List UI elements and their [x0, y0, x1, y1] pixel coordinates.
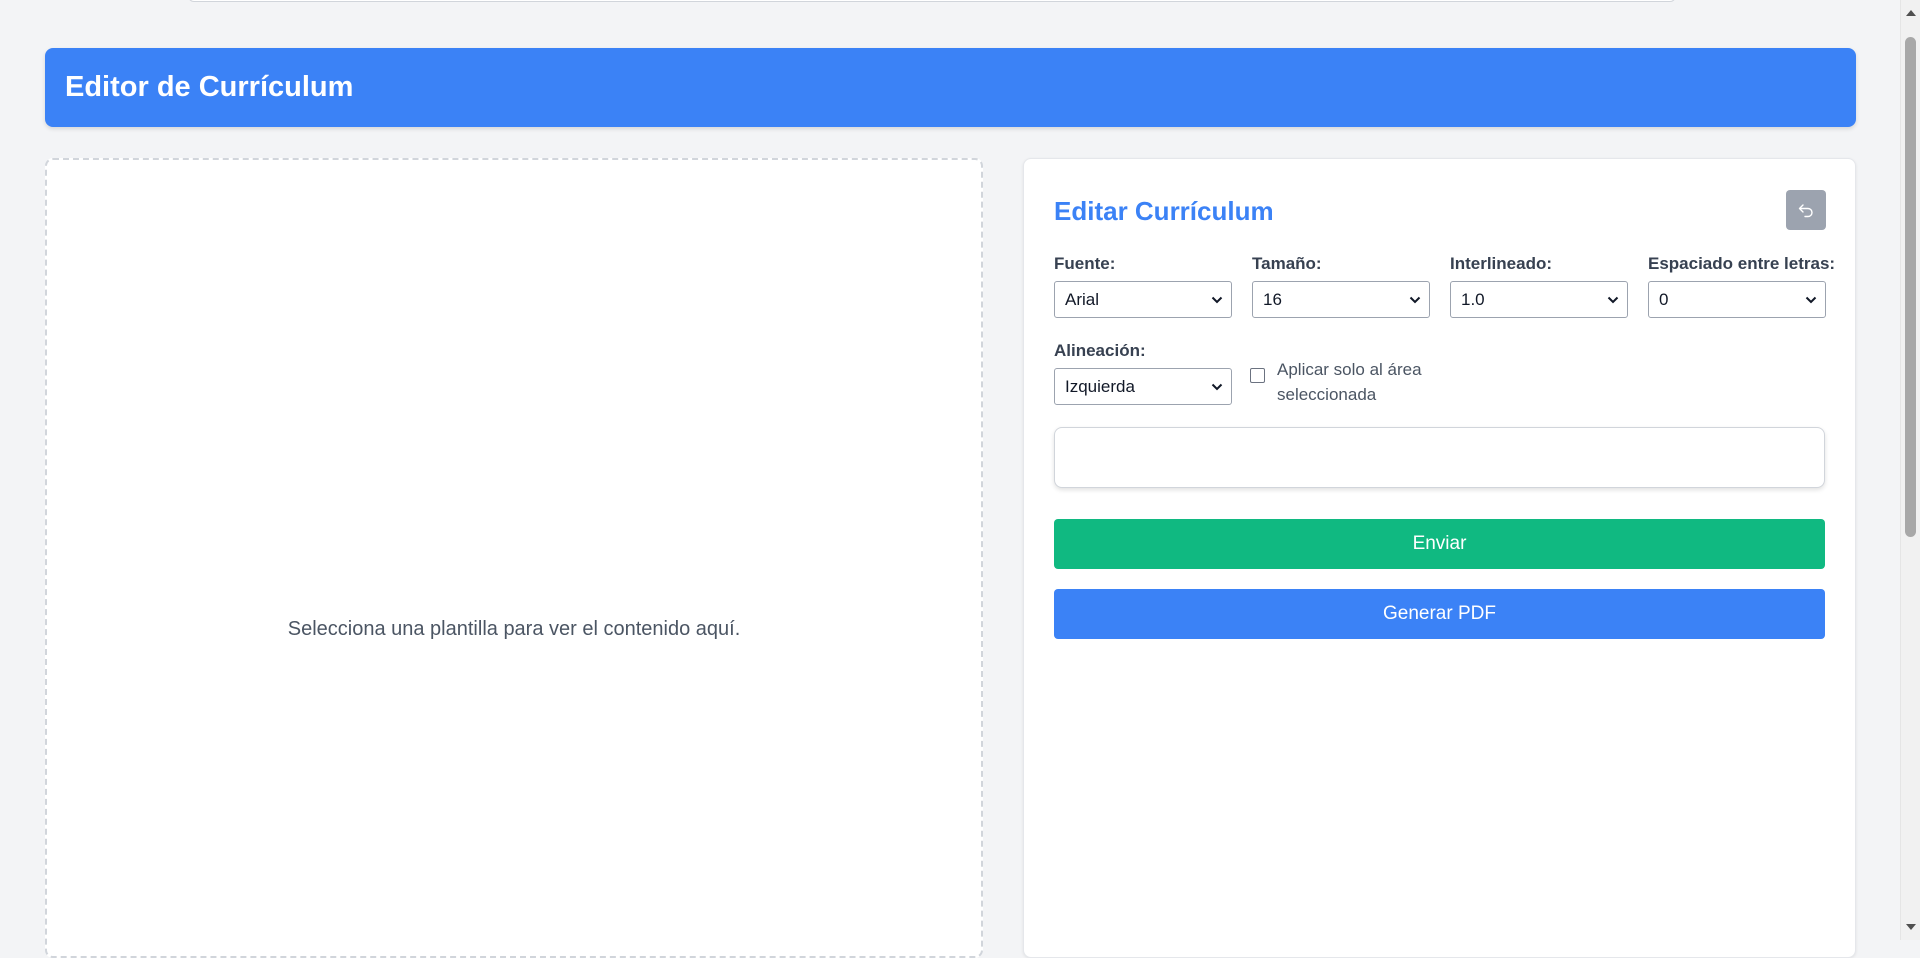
chevron-down-icon	[1607, 296, 1619, 304]
apply-selection-checkbox[interactable]	[1250, 368, 1265, 383]
app-header: Editor de Currículum	[45, 48, 1856, 127]
scroll-up-icon[interactable]	[1906, 10, 1916, 16]
page-scrollbar[interactable]	[1900, 0, 1920, 940]
apply-selection-option[interactable]: Aplicar solo al área seleccionada	[1250, 357, 1437, 407]
chevron-down-icon	[1211, 383, 1223, 391]
page: Editor de Currículum Selecciona una plan…	[0, 0, 1900, 958]
scroll-down-icon[interactable]	[1906, 924, 1916, 930]
generate-pdf-button[interactable]: Generar PDF	[1054, 589, 1825, 639]
apply-selection-label[interactable]: Aplicar solo al área seleccionada	[1277, 357, 1437, 407]
line-height-field: Interlineado: 1.0	[1450, 254, 1628, 318]
preview-placeholder-text: Selecciona una plantilla para ver el con…	[287, 618, 741, 640]
letter-spacing-label: Espaciado entre letras:	[1648, 254, 1836, 273]
chevron-down-icon	[1409, 296, 1421, 304]
scroll-thumb[interactable]	[1905, 37, 1916, 537]
editor-title: Editar Currículum	[1054, 196, 1274, 226]
size-select-value: 16	[1263, 289, 1282, 309]
size-label: Tamaño:	[1252, 254, 1322, 273]
prompt-input[interactable]	[1054, 427, 1825, 488]
font-field: Fuente: Arial	[1054, 254, 1232, 318]
send-button[interactable]: Enviar	[1054, 519, 1825, 569]
font-select-value: Arial	[1065, 289, 1100, 309]
line-height-label: Interlineado:	[1450, 254, 1553, 273]
alignment-label: Alineación:	[1054, 341, 1146, 360]
size-select[interactable]: 16	[1252, 281, 1430, 318]
letter-spacing-field: Espaciado entre letras: 0	[1648, 254, 1835, 318]
editor-panel: Editar Currículum Fuente: Arial Tamaño: …	[1023, 158, 1856, 958]
alignment-select-value: Izquierda	[1065, 376, 1135, 396]
chevron-down-icon	[1211, 296, 1223, 304]
font-label: Fuente:	[1054, 254, 1116, 273]
line-height-select[interactable]: 1.0	[1450, 281, 1628, 318]
undo-icon	[1798, 204, 1813, 218]
app-title: Editor de Currículum	[65, 71, 354, 103]
alignment-select[interactable]: Izquierda	[1054, 368, 1232, 405]
resume-preview[interactable]: Selecciona una plantilla para ver el con…	[45, 158, 983, 958]
font-select[interactable]: Arial	[1054, 281, 1232, 318]
letter-spacing-select[interactable]: 0	[1648, 281, 1826, 318]
alignment-field: Alineación: Izquierda	[1054, 341, 1232, 405]
undo-button[interactable]	[1786, 190, 1826, 230]
line-height-select-value: 1.0	[1461, 289, 1485, 309]
size-field: Tamaño: 16	[1252, 254, 1430, 318]
letter-spacing-select-value: 0	[1659, 289, 1669, 309]
chevron-down-icon	[1805, 296, 1817, 304]
